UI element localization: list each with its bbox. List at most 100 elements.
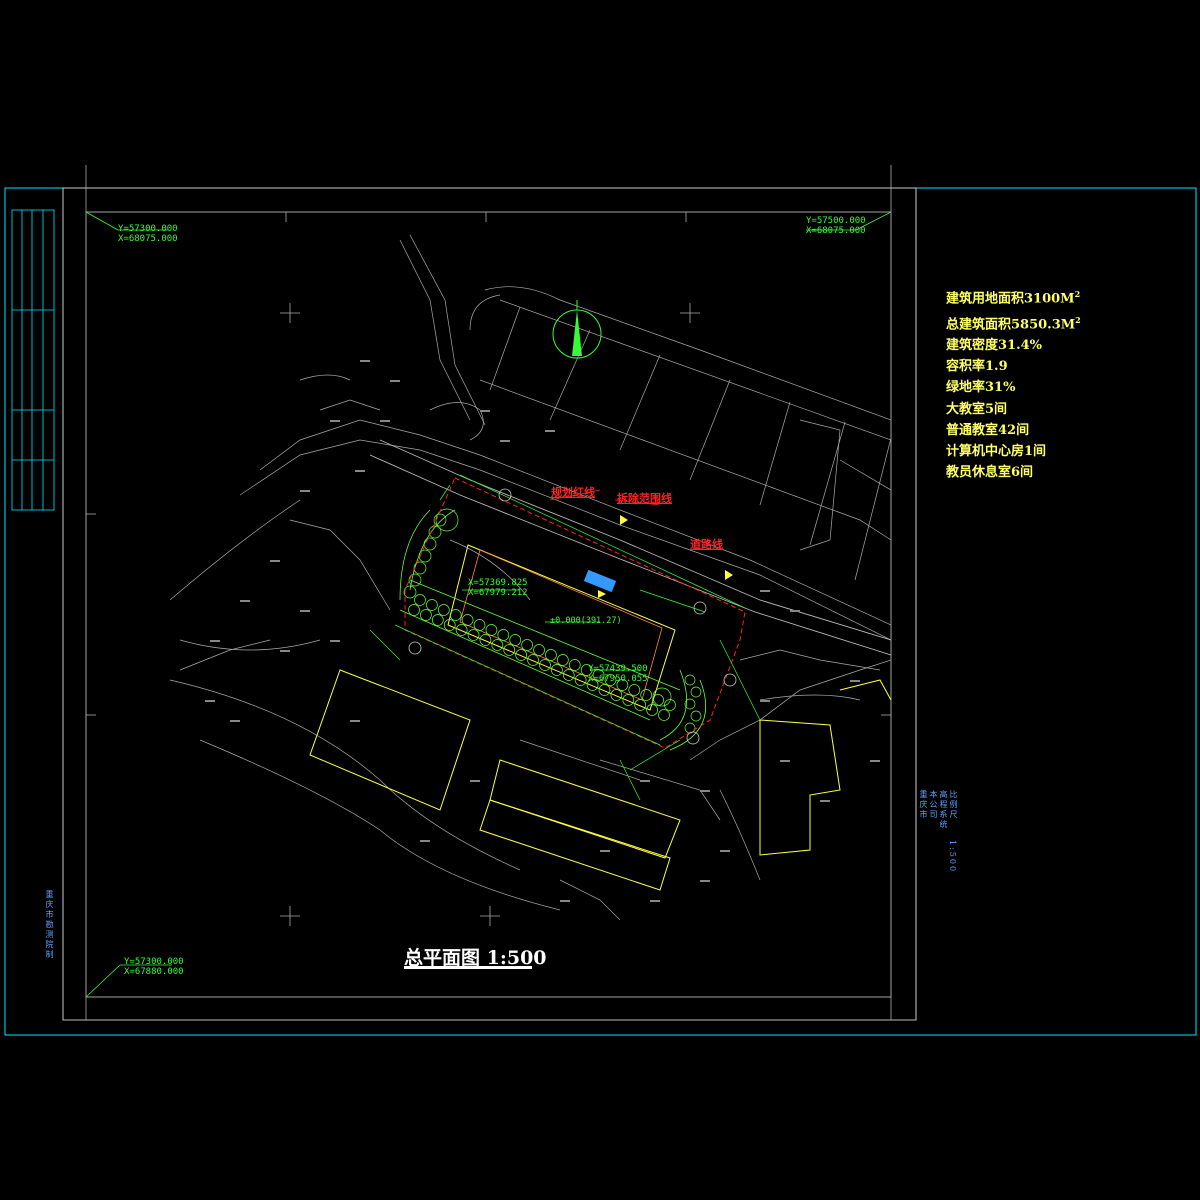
map-border xyxy=(85,211,892,998)
survey-mark xyxy=(330,640,340,642)
tree-symbol xyxy=(652,694,664,706)
stat-line: 大教室5间 xyxy=(946,399,1081,420)
survey-mark xyxy=(380,420,390,422)
coord-building-se-y: Y=57439.500 xyxy=(588,664,648,674)
existing-buildings xyxy=(309,669,892,891)
tree-symbol xyxy=(437,604,450,616)
coord-top-left-y: Y=57300.000 xyxy=(118,224,178,234)
stat-text: 教员休息室6间 xyxy=(946,465,1034,481)
coord-building-nw: X=57369.825 X=67979.212 xyxy=(468,578,528,598)
stat-line: 普通教室42间 xyxy=(946,420,1081,441)
survey-mark xyxy=(820,800,830,802)
tree-symbol xyxy=(652,687,672,707)
survey-mark xyxy=(300,490,310,492)
tree-symbol xyxy=(426,599,438,611)
coord-top-left-x: X=68075.000 xyxy=(118,234,178,244)
tree-symbol xyxy=(509,634,522,646)
tree-symbol xyxy=(479,634,492,646)
tree-symbol xyxy=(527,654,539,666)
stat-superscript: 2 xyxy=(1074,289,1081,299)
label-road-line: 道路线 xyxy=(690,538,723,551)
stat-text: 容积率1.9 xyxy=(946,359,1008,375)
survey-mark xyxy=(700,880,710,882)
inner-frame xyxy=(62,187,917,1021)
tree-symbol xyxy=(443,619,456,631)
tree-symbol xyxy=(634,699,647,711)
tree-symbol xyxy=(640,689,653,701)
survey-mark xyxy=(360,360,370,362)
parking-grid xyxy=(479,299,892,581)
stat-line: 计算机中心房1间 xyxy=(946,441,1081,462)
survey-lines xyxy=(169,234,892,921)
tree-symbol xyxy=(690,710,702,722)
coord-building-se: Y=57439.500 X=67950.055 xyxy=(588,664,648,684)
tree-symbol xyxy=(551,664,563,676)
tree-symbol xyxy=(574,674,587,686)
survey-mark xyxy=(760,700,770,702)
side-note-right-5: 1:500 xyxy=(948,840,957,874)
survey-mark xyxy=(210,640,220,642)
dimension-lines xyxy=(369,474,761,801)
survey-mark xyxy=(470,780,480,782)
coord-bottom-left-y: Y=57300.000 xyxy=(124,957,184,967)
label-demolition-line: 拆除范围线 xyxy=(617,492,672,505)
survey-mark xyxy=(640,780,650,782)
tree-symbol xyxy=(610,689,623,701)
stat-text: 计算机中心房1间 xyxy=(946,444,1047,460)
coord-top-right-x: X=68075.000 xyxy=(806,226,866,236)
tree-symbol xyxy=(684,674,696,686)
survey-mark xyxy=(350,720,360,722)
survey-mark xyxy=(545,430,555,432)
survey-mark xyxy=(270,560,280,562)
coord-bottom-left-x: X=67880.000 xyxy=(124,967,184,977)
survey-mark xyxy=(780,760,790,762)
stat-text: 大教室5间 xyxy=(946,401,1008,417)
survey-mark xyxy=(720,850,730,852)
tree-symbol xyxy=(491,639,504,651)
survey-mark xyxy=(240,600,250,602)
tree-symbol xyxy=(628,684,641,696)
tree-symbol xyxy=(503,644,516,656)
coord-building-se-x: X=67950.055 xyxy=(588,674,648,684)
tree-symbol xyxy=(557,654,569,666)
stat-text: 建筑密度31.4% xyxy=(946,338,1043,354)
elevation-label: ±0.000(391.27) xyxy=(550,616,622,626)
tree-symbol xyxy=(420,609,432,621)
survey-mark xyxy=(760,590,770,592)
side-note-right-4: 比例尺 xyxy=(949,790,958,820)
survey-mark xyxy=(870,760,880,762)
tree-symbol xyxy=(414,594,426,606)
tree-symbol xyxy=(545,649,557,661)
stat-line: 绿地率31% xyxy=(946,377,1081,398)
coord-leaders xyxy=(462,589,640,671)
stat-superscript: 2 xyxy=(1075,314,1081,325)
tree-symbol xyxy=(622,694,635,706)
survey-mark xyxy=(700,790,710,792)
survey-mark xyxy=(600,850,610,852)
tree-symbol xyxy=(455,624,468,636)
tree-symbol xyxy=(473,619,486,631)
tree-symbol xyxy=(418,549,432,563)
survey-mark xyxy=(205,700,215,702)
survey-mark xyxy=(420,840,430,842)
coord-top-right-y: Y=57500.000 xyxy=(806,216,866,226)
coord-bottom-left: Y=57300.000 X=67880.000 xyxy=(124,957,184,977)
stat-line: 建筑用地面积3100M2 xyxy=(946,284,1081,310)
side-note-left: 重庆市勘测院制 xyxy=(45,890,54,960)
stat-text: 建筑用地面积3100M xyxy=(946,291,1075,307)
stat-text: 总建筑面积5850.3M xyxy=(946,316,1076,332)
tree-symbol xyxy=(515,649,527,661)
survey-mark xyxy=(560,900,570,902)
coord-top-right: Y=57500.000 X=68075.000 xyxy=(806,216,866,236)
survey-mark xyxy=(500,440,510,442)
survey-mark xyxy=(390,380,400,382)
new-building xyxy=(447,544,676,711)
tree-symbol xyxy=(690,686,702,698)
tree-symbol xyxy=(684,722,696,734)
survey-mark xyxy=(230,720,240,722)
survey-mark xyxy=(650,900,660,902)
tree-band xyxy=(399,509,707,751)
survey-mark xyxy=(790,610,800,612)
tree-symbol xyxy=(521,639,533,651)
survey-mark xyxy=(480,410,490,412)
